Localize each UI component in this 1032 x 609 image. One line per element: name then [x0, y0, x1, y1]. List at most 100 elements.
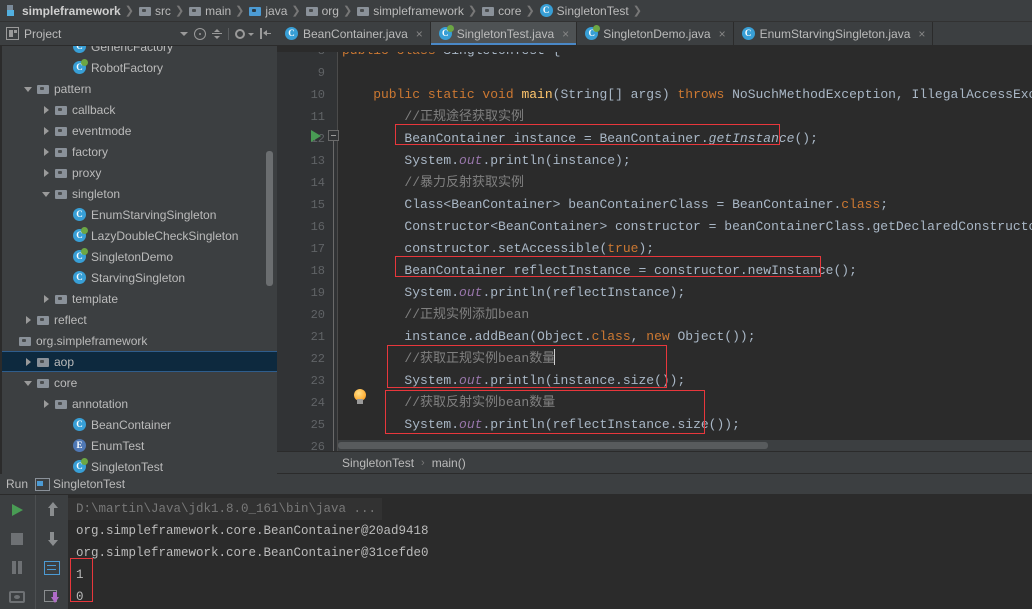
tree-item-lazydoublechecksingleton[interactable]: C LazyDoubleCheckSingleton	[0, 225, 277, 246]
tree-item-singletontest[interactable]: C SingletonTest	[0, 456, 277, 474]
console-output[interactable]: D:\martin\Java\jdk1.8.0_161\bin\java ...…	[68, 495, 1032, 609]
tree-expand-arrow-icon[interactable]	[22, 376, 35, 389]
code-token: ;	[880, 197, 889, 212]
tree-item-org-simpleframework[interactable]: org.simpleframework	[0, 330, 277, 351]
breadcrumb-item-org[interactable]: org	[303, 0, 341, 22]
tree-expand-arrow-icon[interactable]	[40, 397, 53, 410]
project-tree[interactable]: C GenericFactory C RobotFactory pattern callb…	[0, 46, 277, 474]
breadcrumb-item-core[interactable]: core	[479, 0, 523, 22]
code-line[interactable]: System.out.println(reflectInstance);	[342, 282, 685, 304]
ide-window: simpleframework ❯ src ❯ main ❯ java ❯ org ❯ simple…	[0, 0, 1032, 609]
close-icon[interactable]: ×	[416, 27, 423, 41]
tree-item-robotfactory[interactable]: C RobotFactory	[0, 57, 277, 78]
close-icon[interactable]: ×	[918, 27, 925, 41]
close-icon[interactable]: ×	[562, 27, 569, 41]
tree-item-starvingsingleton[interactable]: C StarvingSingleton	[0, 267, 277, 288]
run-window-header: Run SingletonTest	[0, 474, 1032, 495]
editor-tab-beancontainer[interactable]: C BeanContainer.java ×	[277, 22, 431, 45]
dump-threads-button[interactable]	[7, 587, 27, 607]
tree-expand-arrow-icon[interactable]	[22, 82, 35, 95]
tree-item-enumtest[interactable]: E EnumTest	[0, 435, 277, 456]
pause-button[interactable]	[7, 558, 27, 578]
tree-item-enumstarvingsingleton[interactable]: C EnumStarvingSingleton	[0, 204, 277, 225]
editor-tab-singletondemo[interactable]: C SingletonDemo.java ×	[577, 22, 734, 45]
stop-button[interactable]	[7, 529, 27, 549]
editor-hscroll-thumb[interactable]	[338, 442, 768, 449]
tree-item-genericfactory[interactable]: C GenericFactory	[0, 46, 277, 57]
settings-gear-icon[interactable]	[234, 28, 246, 40]
package-icon	[55, 399, 67, 409]
tree-expand-arrow-icon[interactable]	[40, 166, 53, 179]
hide-panel-icon[interactable]	[260, 28, 272, 39]
soft-wrap-button[interactable]	[42, 558, 62, 578]
print-button[interactable]	[42, 587, 62, 607]
editor-tab-singletontest[interactable]: C SingletonTest.java ×	[430, 22, 578, 45]
tree-item-beancontainer[interactable]: C BeanContainer	[0, 414, 277, 435]
rerun-button[interactable]	[7, 500, 27, 520]
scroll-up-button[interactable]	[42, 500, 62, 520]
tree-item-singleton[interactable]: singleton	[0, 183, 277, 204]
code-token: Object());	[677, 329, 756, 344]
console-output-line: org.simpleframework.core.BeanContainer@2…	[76, 524, 429, 538]
run-gutter-marker-icon[interactable]	[311, 130, 321, 142]
code-editor[interactable]: 8 9 10 11 12 13 14 15 16 17 18 19 20 21 22 23 24 25 26 pub…	[277, 46, 1032, 451]
gear-dropdown-arrow-icon[interactable]	[248, 29, 255, 38]
breadcrumb-item-singletontest[interactable]: C SingletonTest	[537, 0, 631, 22]
editor-tab-enumstarvingsingleton[interactable]: C EnumStarvingSingleton.java ×	[733, 22, 934, 45]
tree-item-reflect[interactable]: reflect	[0, 309, 277, 330]
breadcrumb-item-java[interactable]: java	[246, 0, 289, 22]
breadcrumb-class[interactable]: SingletonTest	[342, 456, 414, 470]
tree-item-factory[interactable]: factory	[0, 141, 277, 162]
tree-expand-arrow-icon[interactable]	[22, 313, 35, 326]
tree-item-aop[interactable]: aop	[0, 351, 277, 372]
editor-horizontal-scrollbar[interactable]	[338, 440, 1032, 451]
code-token: out	[459, 153, 483, 168]
breadcrumb-item-simpleframework[interactable]: simpleframework	[354, 0, 466, 22]
tree-expand-arrow-icon[interactable]	[40, 187, 53, 200]
tree-item-pattern[interactable]: pattern	[0, 78, 277, 99]
breadcrumb-chevron-icon: ❯	[291, 5, 301, 17]
tree-item-label: EnumStarvingSingleton	[91, 207, 217, 222]
code-line[interactable]: public static void main(String[] args) t…	[342, 84, 1032, 106]
tree-expand-arrow-icon[interactable]	[40, 292, 53, 305]
project-panel-toolbar	[180, 27, 277, 40]
code-line[interactable]: //正规实例添加bean	[342, 304, 529, 326]
tree-expand-arrow-icon[interactable]	[40, 103, 53, 116]
tree-expand-arrow-icon[interactable]	[40, 145, 53, 158]
breadcrumb-item-label: simpleframework	[22, 3, 121, 18]
tree-left-edge	[0, 46, 2, 474]
code-line[interactable]: Constructor<BeanContainer> constructor =…	[342, 216, 1032, 238]
close-icon[interactable]: ×	[719, 27, 726, 41]
tree-item-callback[interactable]: callback	[0, 99, 277, 120]
tree-item-eventmode[interactable]: eventmode	[0, 120, 277, 141]
tree-item-proxy[interactable]: proxy	[0, 162, 277, 183]
line-number: 24	[310, 396, 325, 410]
tree-item-template[interactable]: template	[0, 288, 277, 309]
breadcrumb-item-simpleframework[interactable]: simpleframework	[4, 0, 123, 22]
tree-item-label: EnumTest	[91, 438, 145, 453]
editor-gutter[interactable]: 8 9 10 11 12 13 14 15 16 17 18 19 20 21 22 23 24 25 26	[277, 46, 337, 451]
breadcrumb-method[interactable]: main()	[432, 456, 466, 470]
breadcrumb-item-main[interactable]: main	[186, 0, 233, 22]
tree-item-label: annotation	[72, 396, 129, 411]
view-options-dropdown-icon[interactable]	[180, 29, 189, 38]
code-token: ();	[794, 131, 818, 146]
scroll-down-button[interactable]	[42, 529, 62, 549]
locate-icon[interactable]	[194, 27, 206, 40]
run-configuration-name[interactable]: SingletonTest	[53, 477, 125, 491]
project-tree-scrollbar[interactable]	[266, 151, 273, 286]
code-line[interactable]: Class<BeanContainer> beanContainerClass …	[342, 194, 888, 216]
tree-item-singletondemo[interactable]: C SingletonDemo	[0, 246, 277, 267]
tree-item-annotation[interactable]: annotation	[0, 393, 277, 414]
tree-item-core[interactable]: core	[0, 372, 277, 393]
code-line[interactable]: System.out.println(instance);	[342, 150, 630, 172]
tree-expand-arrow-icon[interactable]	[22, 355, 35, 368]
collapse-all-icon[interactable]	[211, 28, 223, 40]
tree-expand-arrow-icon[interactable]	[40, 124, 53, 137]
package-icon	[55, 126, 67, 136]
code-line[interactable]: //暴力反射获取实例	[342, 172, 524, 194]
breadcrumb-item-src[interactable]: src	[136, 0, 173, 22]
